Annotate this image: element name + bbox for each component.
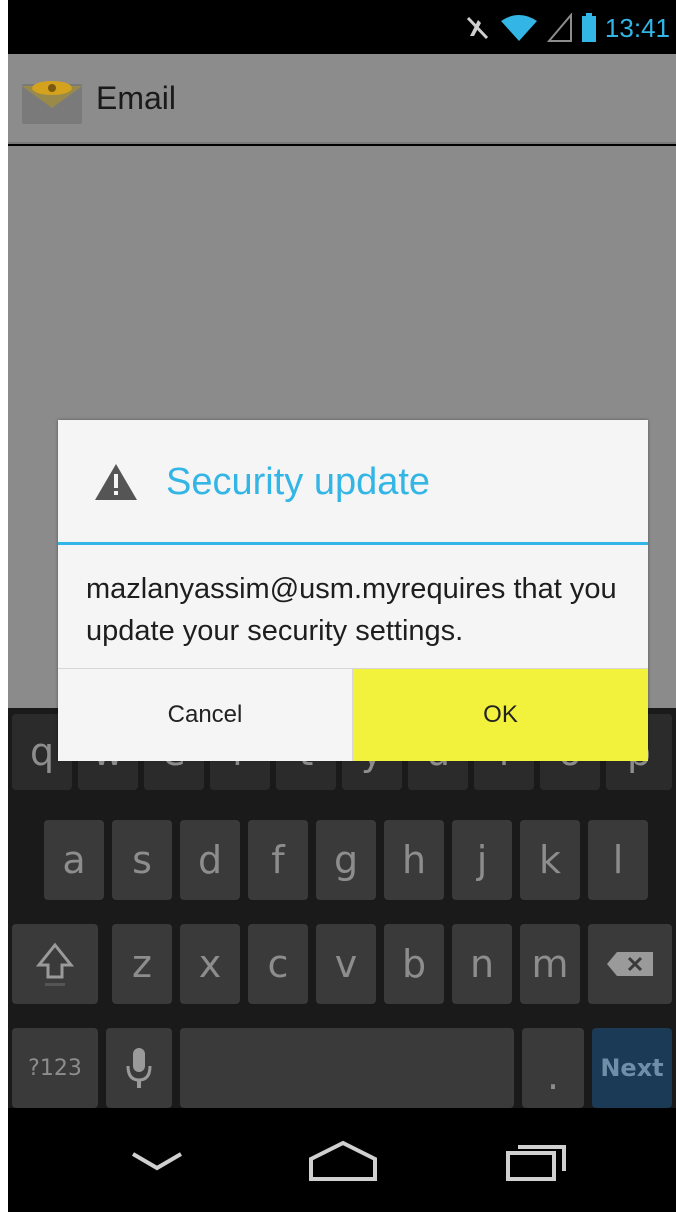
symbols-key[interactable]: ?123 (12, 1028, 98, 1108)
key-d[interactable]: d (180, 820, 240, 900)
security-update-dialog: Security update mazlanyassim@usm.myrequi… (58, 420, 648, 761)
warning-icon (95, 464, 137, 500)
home-icon (309, 1140, 377, 1181)
dialog-message: mazlanyassim@usm.myrequires that you upd… (86, 573, 617, 647)
shift-key[interactable] (12, 924, 98, 1004)
backspace-icon (607, 952, 653, 976)
action-bar: Email (8, 54, 676, 144)
key-a[interactable]: a (44, 820, 104, 900)
dialog-title: Security update (166, 460, 431, 503)
backspace-key[interactable] (588, 924, 672, 1004)
key-h[interactable]: h (384, 820, 444, 900)
key-z[interactable]: z (112, 924, 172, 1004)
home-button[interactable] (298, 1126, 388, 1196)
key-j[interactable]: j (452, 820, 512, 900)
key-s[interactable]: s (112, 820, 172, 900)
period-key[interactable]: . (522, 1028, 584, 1108)
key-c[interactable]: c (248, 924, 308, 1004)
app-title: Email (96, 80, 177, 116)
wifi-icon (500, 15, 537, 41)
signal-icon (546, 13, 572, 42)
dialog-title-divider (58, 542, 648, 545)
key-b[interactable]: b (384, 924, 444, 1004)
cancel-button[interactable]: Cancel (58, 669, 353, 761)
battery-icon (581, 13, 596, 42)
status-time: 13:41 (604, 12, 670, 43)
next-key[interactable]: Next (592, 1028, 672, 1108)
key-g[interactable]: g (316, 820, 376, 900)
phone-screen: 13:41 Email q w e r t y u i o p a s d f … (8, 0, 676, 1212)
key-k[interactable]: k (520, 820, 580, 900)
key-x[interactable]: x (180, 924, 240, 1004)
status-bar: 13:41 (8, 0, 676, 54)
mic-key[interactable] (106, 1028, 172, 1108)
key-f[interactable]: f (248, 820, 308, 900)
dialog-button-bar: Cancel OK (58, 668, 648, 761)
soft-keyboard: q w e r t y u i o p a s d f g h j k l z … (8, 708, 676, 1108)
key-l[interactable]: l (588, 820, 648, 900)
status-icons: 13:41 (465, 8, 670, 48)
back-button[interactable] (112, 1126, 202, 1196)
shift-icon (35, 942, 75, 986)
dialog-header: Security update (58, 420, 648, 544)
key-v[interactable]: v (316, 924, 376, 1004)
mic-icon (126, 1048, 152, 1088)
key-m[interactable]: m (520, 924, 580, 1004)
recents-button[interactable] (492, 1126, 582, 1196)
navigation-bar (8, 1108, 676, 1212)
mute-icon (466, 16, 489, 40)
back-icon (131, 1152, 183, 1171)
recents-icon (506, 1145, 566, 1181)
email-app-icon[interactable] (22, 80, 90, 126)
key-n[interactable]: n (452, 924, 512, 1004)
ok-button[interactable]: OK (353, 669, 648, 761)
space-key[interactable] (180, 1028, 514, 1108)
